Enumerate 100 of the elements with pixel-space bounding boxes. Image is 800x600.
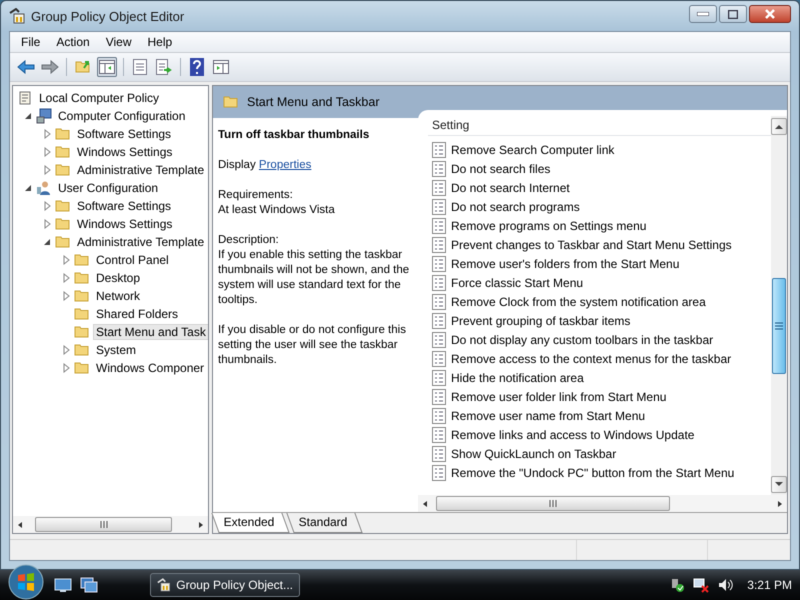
setting-row[interactable]: Hide the notification area — [451, 370, 584, 384]
expand-arrow-icon[interactable] — [42, 147, 52, 157]
tree-item[interactable]: Desktop — [93, 270, 144, 286]
expand-arrow-icon[interactable] — [61, 363, 71, 373]
setting-row[interactable]: Show QuickLaunch on Taskbar — [451, 446, 616, 460]
setting-row[interactable]: Remove Search Computer link — [451, 142, 614, 156]
window-title: Group Policy Object Editor — [31, 8, 184, 24]
setting-row[interactable]: Prevent changes to Taskbar and Start Menu Settings — [451, 238, 732, 252]
policy-setting-icon — [432, 294, 446, 310]
network-icon[interactable] — [693, 577, 710, 593]
minimize-icon — [697, 12, 709, 16]
setting-row[interactable]: Remove user folder link from Start Menu — [451, 390, 666, 404]
folder-icon — [223, 94, 239, 110]
tree-item[interactable]: Windows Settings — [74, 216, 176, 232]
properties-link[interactable]: Properties — [258, 159, 312, 171]
folder-icon — [74, 306, 90, 322]
tree-item[interactable]: Windows Componer — [93, 360, 208, 376]
setting-row[interactable]: Do not search Internet — [451, 180, 570, 194]
expand-arrow-icon[interactable] — [61, 273, 71, 283]
setting-row[interactable]: Remove links and access to Windows Update — [451, 428, 694, 442]
setting-row[interactable]: Force classic Start Menu — [451, 276, 584, 290]
policy-setting-icon — [432, 332, 446, 348]
setting-row[interactable]: Do not search programs — [451, 200, 580, 214]
tree-item[interactable]: Shared Folders — [93, 306, 182, 322]
maximize-button[interactable] — [719, 5, 747, 23]
tree-item[interactable]: Administrative Template — [74, 162, 208, 178]
requirements-label: Requirements: — [218, 189, 293, 201]
policy-setting-icon — [432, 464, 446, 480]
view-tab[interactable]: Extended — [211, 513, 290, 533]
folder-icon — [74, 324, 90, 340]
tree-item[interactable]: Software Settings — [74, 198, 174, 214]
tree-item[interactable]: Local Computer Policy — [36, 90, 162, 106]
minimize-button[interactable] — [689, 5, 717, 23]
expand-arrow-icon[interactable] — [61, 345, 71, 355]
setting-row[interactable]: Do not search files — [451, 162, 550, 176]
desktop-icon[interactable] — [54, 576, 72, 594]
folder-icon — [55, 144, 71, 160]
setting-row[interactable]: Remove access to the context menus for the taskbar — [451, 352, 732, 366]
grip-icon — [549, 500, 557, 507]
start-button[interactable] — [6, 564, 46, 600]
tree-item[interactable]: System — [93, 342, 140, 358]
setting-row[interactable]: Remove user name from Start Menu — [451, 408, 646, 422]
horizontal-scrollbar[interactable] — [418, 495, 787, 512]
tree-item[interactable]: Administrative Template — [74, 234, 208, 250]
tree-item[interactable]: Software Settings — [74, 126, 174, 142]
tree-toggle-button[interactable] — [97, 57, 117, 77]
taskbar-button[interactable]: Group Policy Object... — [150, 573, 300, 597]
setting-row[interactable]: Prevent grouping of taskbar items — [451, 314, 630, 328]
policy-title: Turn off taskbar thumbnails — [218, 129, 370, 141]
collapse-arrow-icon[interactable] — [23, 183, 33, 193]
collapse-arrow-icon[interactable] — [42, 237, 52, 247]
forward-button[interactable] — [40, 57, 60, 77]
export-list-button[interactable] — [154, 57, 174, 77]
display-label: Display — [218, 159, 256, 171]
column-header[interactable]: Setting — [428, 110, 771, 136]
grip-icon — [775, 322, 783, 330]
panel-button[interactable] — [211, 57, 231, 77]
speaker-icon[interactable] — [717, 577, 734, 593]
list-button[interactable] — [130, 57, 150, 77]
folder-icon — [55, 162, 71, 178]
setting-row[interactable]: Remove programs on Settings menu — [451, 218, 646, 232]
computer-icon — [36, 108, 52, 124]
tree-item[interactable]: Control Panel — [93, 252, 172, 268]
expand-arrow-icon[interactable] — [61, 255, 71, 265]
setting-row[interactable]: Remove user's folders from the Start Menu — [451, 256, 680, 270]
expand-arrow-icon[interactable] — [42, 201, 52, 211]
description-text: If you disable or do not configure this setting the user will see the taskbar thumbnails. — [218, 323, 407, 368]
expand-arrow-icon[interactable] — [42, 219, 52, 229]
tree-item[interactable]: User Configuration — [55, 180, 162, 196]
policy-setting-icon — [432, 426, 446, 442]
up-arrow-icon[interactable] — [775, 124, 783, 129]
policy-setting-icon — [432, 408, 446, 424]
tree-item[interactable]: Windows Settings — [74, 144, 176, 160]
vertical-scrollbar[interactable] — [771, 116, 787, 495]
expand-arrow-icon[interactable] — [42, 129, 52, 139]
expand-arrow-icon[interactable] — [61, 291, 71, 301]
close-button[interactable] — [749, 5, 791, 23]
down-arrow-icon[interactable] — [775, 482, 783, 487]
menu-item[interactable]: Action — [49, 34, 97, 50]
tree-item[interactable]: Computer Configuration — [55, 108, 188, 124]
horizontal-scrollbar[interactable] — [13, 516, 208, 533]
menu-item[interactable]: Help — [140, 34, 180, 50]
setting-row[interactable]: Remove Clock from the system notification area — [451, 294, 706, 308]
requirements-text: At least Windows Vista — [218, 204, 335, 216]
folder-icon — [55, 198, 71, 214]
folder-icon — [55, 216, 71, 232]
tree-item[interactable]: Network — [93, 288, 144, 304]
back-button[interactable] — [16, 57, 36, 77]
menu-item[interactable]: View — [98, 34, 138, 50]
tree-item[interactable]: Start Menu and Task — [93, 324, 208, 340]
policy-setting-icon — [432, 142, 446, 158]
setting-row[interactable]: Do not display any custom toolbars in the taskbar — [451, 332, 714, 346]
close-icon — [764, 9, 776, 19]
setting-row[interactable]: Remove the "Undock PC" button from the Start Menu — [451, 466, 734, 480]
view-tab[interactable]: Standard — [286, 513, 362, 533]
help-button[interactable] — [187, 57, 207, 77]
menu-item[interactable]: File — [14, 34, 48, 50]
collapse-arrow-icon[interactable] — [23, 111, 33, 121]
expand-arrow-icon[interactable] — [42, 165, 52, 175]
windows-icon[interactable] — [80, 576, 98, 594]
